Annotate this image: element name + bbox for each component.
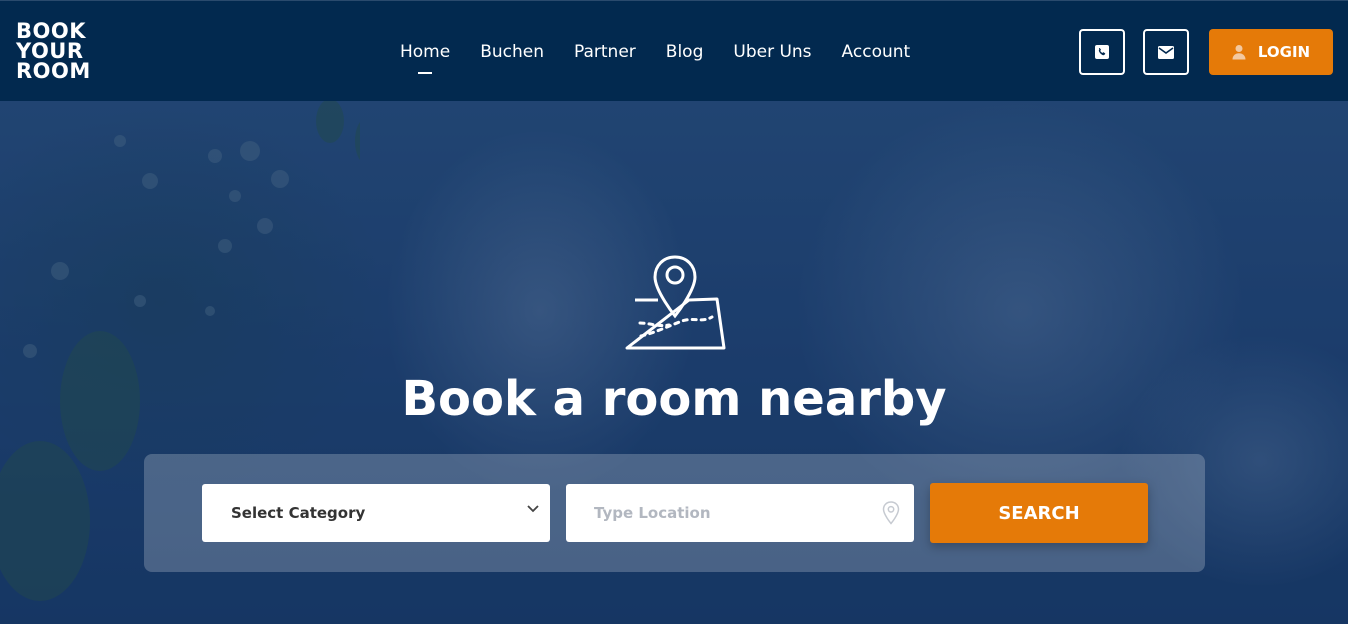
location-pin-icon	[882, 501, 900, 525]
nav-item-home[interactable]: Home	[400, 41, 450, 74]
nav-item-account[interactable]: Account	[842, 41, 911, 65]
search-button-label: SEARCH	[998, 502, 1080, 524]
category-select-value: Select Category	[231, 504, 366, 522]
phone-icon	[1095, 45, 1109, 59]
chevron-down-icon	[527, 505, 539, 513]
phone-button[interactable]	[1079, 29, 1125, 75]
hero-banner: Book a room nearby Select Category SEARC…	[0, 101, 1348, 624]
nav-item-partner[interactable]: Partner	[574, 41, 636, 65]
location-field[interactable]	[566, 484, 914, 542]
login-label: LOGIN	[1257, 43, 1311, 61]
brand-logo[interactable]: BOOK YOUR ROOM	[16, 19, 106, 83]
nav-item-blog[interactable]: Blog	[666, 41, 704, 65]
logo-line-1: BOOK	[16, 19, 86, 43]
main-nav: Home Buchen Partner Blog Uber Uns Accoun…	[400, 41, 940, 74]
envelope-icon	[1158, 45, 1174, 59]
hero-title: Book a room nearby	[401, 371, 947, 427]
location-input[interactable]	[566, 484, 866, 542]
map-pin-icon	[625, 255, 726, 350]
search-button[interactable]: SEARCH	[930, 483, 1148, 543]
logo-line-3: ROOM	[16, 59, 91, 83]
nav-item-uber-uns[interactable]: Uber Uns	[733, 41, 811, 65]
top-navbar: BOOK YOUR ROOM Home Buchen Partner Blog …	[0, 0, 1348, 101]
logo-line-2: YOUR	[16, 39, 84, 63]
nav-item-buchen[interactable]: Buchen	[480, 41, 544, 65]
user-icon	[1232, 44, 1246, 60]
search-panel: Select Category SEARCH	[144, 454, 1205, 572]
category-select[interactable]: Select Category	[202, 484, 550, 542]
login-button[interactable]: LOGIN	[1209, 29, 1333, 75]
mail-button[interactable]	[1143, 29, 1189, 75]
